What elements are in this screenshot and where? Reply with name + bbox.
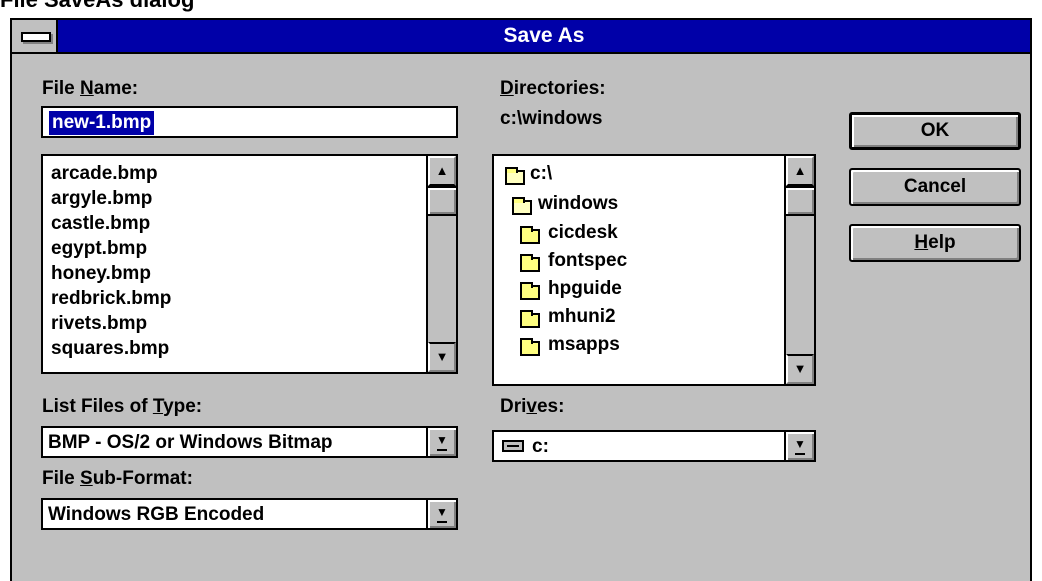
directory-item[interactable]: fontspec [548, 249, 627, 273]
system-menu-icon [21, 32, 51, 42]
file-name-input[interactable]: new-1.bmp [41, 106, 458, 138]
scroll-thumb[interactable] [428, 186, 456, 216]
drive-value: c: [532, 436, 549, 457]
drive-icon [502, 440, 524, 452]
system-menu-button[interactable] [12, 20, 58, 52]
cancel-button[interactable]: Cancel [849, 168, 1021, 206]
file-name-label: File Name: [42, 78, 139, 99]
folder-icon [520, 338, 540, 356]
list-item[interactable]: arcade.bmp [51, 162, 158, 186]
folder-icon [520, 226, 540, 244]
sub-format-dropdown-button[interactable]: ▼ [426, 500, 456, 528]
list-item[interactable]: rivets.bmp [51, 312, 147, 336]
file-list-scrollbar[interactable]: ▲ ▼ [426, 156, 456, 372]
list-files-type-label: List Files of Type: [42, 396, 203, 417]
list-item[interactable]: egypt.bmp [51, 237, 147, 261]
drives-label: Drives: [500, 396, 565, 417]
page-heading-fragment: File SaveAs dialog [0, 0, 194, 11]
scroll-down-icon[interactable]: ▼ [428, 342, 456, 372]
file-sub-format-label: File Sub-Format: [42, 468, 193, 489]
chevron-down-icon: ▼ [436, 505, 448, 519]
current-directory-path: c:\windows [500, 108, 603, 129]
directory-item[interactable]: c:\ [530, 162, 552, 186]
directory-listbox[interactable]: c:\ windows cicdesk fontspec hpguide mhu… [492, 154, 816, 386]
list-item[interactable]: squares.bmp [51, 337, 169, 361]
directory-item[interactable]: hpguide [548, 277, 622, 301]
directory-item[interactable]: windows [538, 192, 618, 216]
directory-list-scrollbar[interactable]: ▲ ▼ [784, 156, 814, 384]
file-type-select[interactable]: BMP - OS/2 or Windows Bitmap ▼ [41, 426, 458, 458]
scroll-thumb[interactable] [786, 186, 814, 216]
sub-format-value: Windows RGB Encoded [48, 504, 265, 525]
chevron-down-icon: ▼ [436, 433, 448, 447]
list-item[interactable]: redbrick.bmp [51, 287, 171, 311]
chevron-down-icon: ▼ [794, 437, 806, 451]
folder-icon [520, 310, 540, 328]
list-item[interactable]: honey.bmp [51, 262, 151, 286]
title-bar: Save As [12, 20, 1030, 54]
directory-item[interactable]: cicdesk [548, 221, 618, 245]
help-button[interactable]: Help [849, 224, 1021, 262]
directory-item[interactable]: msapps [548, 333, 620, 357]
drives-select[interactable]: c: ▼ [492, 430, 816, 462]
file-type-value: BMP - OS/2 or Windows Bitmap [48, 432, 333, 453]
folder-icon [520, 254, 540, 272]
list-item[interactable]: castle.bmp [51, 212, 150, 236]
window-title: Save As [503, 24, 585, 47]
drives-dropdown-button[interactable]: ▼ [784, 432, 814, 460]
open-folder-icon [505, 167, 525, 185]
open-folder-icon [512, 197, 532, 215]
scroll-down-icon[interactable]: ▼ [786, 354, 814, 384]
scroll-up-icon[interactable]: ▲ [428, 156, 456, 186]
file-listbox[interactable]: arcade.bmp argyle.bmp castle.bmp egypt.b… [41, 154, 458, 374]
file-type-dropdown-button[interactable]: ▼ [426, 428, 456, 456]
folder-icon [520, 282, 540, 300]
directories-label: Directories: [500, 78, 606, 99]
ok-button[interactable]: OK [849, 112, 1021, 150]
directory-item[interactable]: mhuni2 [548, 305, 616, 329]
save-as-dialog: Save As File Name: new-1.bmp arcade.bmp … [10, 18, 1032, 581]
list-item[interactable]: argyle.bmp [51, 187, 152, 211]
file-name-value: new-1.bmp [49, 111, 155, 135]
scroll-up-icon[interactable]: ▲ [786, 156, 814, 186]
sub-format-select[interactable]: Windows RGB Encoded ▼ [41, 498, 458, 530]
